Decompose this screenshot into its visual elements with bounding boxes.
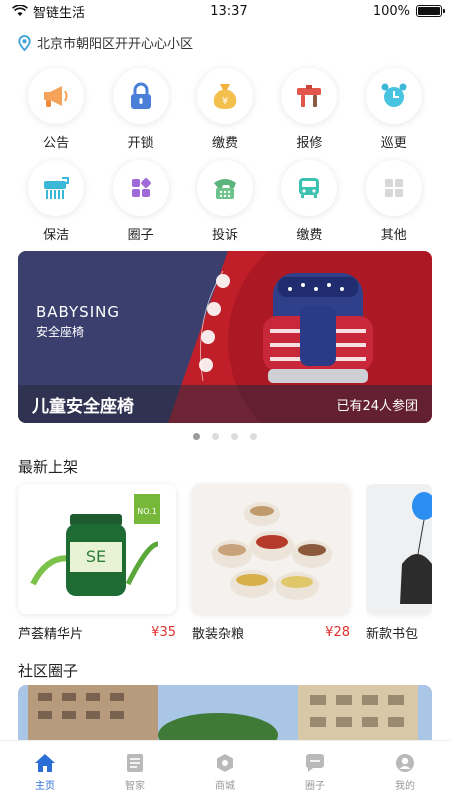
tab-home[interactable]: 主页 (15, 753, 75, 800)
cleaning-icon (44, 177, 70, 199)
tab-profile[interactable]: 我的 (375, 753, 435, 800)
toolbox-icon (297, 85, 322, 107)
banner-participants: 已有24人参团 (336, 398, 418, 414)
service-payment-2[interactable]: 缴费 (276, 160, 342, 243)
tab-label: 主页 (35, 781, 55, 792)
service-label: 缴费 (296, 228, 323, 243)
product-card[interactable]: NO.1 SE 芦荟精华片 ¥35 (18, 484, 176, 642)
carousel-dot[interactable] (250, 433, 257, 440)
product-image (192, 484, 350, 614)
bus-card-icon (299, 178, 320, 198)
service-label: 缴费 (211, 136, 238, 151)
status-bar: 智链生活 13:37 100% (0, 0, 450, 22)
phone-icon (213, 179, 236, 199)
service-label: 巡更 (380, 136, 407, 151)
tab-label: 智家 (125, 781, 145, 792)
location-pin-icon (18, 34, 31, 51)
service-label: 开锁 (127, 136, 154, 151)
profile-icon (396, 754, 414, 772)
product-name: 新款书包 (366, 627, 419, 642)
service-grid-row-1: 公告 开锁 ¥ 缴费 报修 巡更 (0, 68, 450, 151)
service-cleaning[interactable]: 保洁 (23, 160, 89, 243)
promo-banner[interactable]: BABYSING 安全座椅 儿童安全座椅 已有24人参团 (18, 251, 432, 423)
tab-smart-home[interactable]: 智家 (105, 753, 165, 800)
home-icon (35, 754, 55, 772)
section-title-community: 社区圈子 (18, 662, 79, 680)
money-bag-icon: ¥ (213, 84, 237, 109)
lock-icon (130, 82, 151, 109)
product-list: NO.1 SE 芦荟精华片 ¥35 散装杂粮 ¥28 新款书包 (18, 484, 432, 642)
bottom-tab-bar: 主页 智家 商城 圈子 我的 (0, 740, 450, 800)
product-price: ¥35 (151, 625, 176, 640)
service-circle[interactable]: 圈子 (108, 160, 174, 243)
alarm-clock-icon (381, 83, 407, 107)
svg-text:SE: SE (86, 547, 106, 566)
tab-circle[interactable]: 圈子 (285, 753, 345, 800)
service-label: 保洁 (43, 228, 70, 243)
wifi-icon (12, 5, 28, 16)
battery-percent: 100% (372, 3, 410, 19)
shop-icon (217, 754, 233, 772)
service-label: 其他 (380, 228, 407, 243)
grid-icon (384, 179, 403, 197)
carrier-name: 智链生活 (33, 5, 86, 21)
banner-title: 儿童安全座椅 (32, 396, 134, 417)
product-image: NO.1 SE (18, 484, 176, 614)
service-announcement[interactable]: 公告 (23, 68, 89, 151)
service-payment[interactable]: ¥ 缴费 (192, 68, 258, 151)
service-complaint[interactable]: 投诉 (192, 160, 258, 243)
product-name: 芦荟精华片 (18, 627, 84, 642)
service-patrol[interactable]: 巡更 (361, 68, 427, 151)
clock: 13:37 (210, 3, 248, 19)
list-icon (127, 754, 143, 772)
product-price: ¥28 (325, 625, 350, 640)
community-image[interactable] (18, 685, 432, 740)
chat-icon (305, 754, 324, 772)
banner-subtitle: 安全座椅 (36, 325, 85, 339)
megaphone-icon (44, 86, 68, 107)
carousel-dot[interactable] (212, 433, 219, 440)
product-image (366, 484, 432, 614)
svg-text:NO.1: NO.1 (137, 507, 157, 516)
carousel-indicator (0, 433, 450, 440)
location-text: 北京市朝阳区开开心心小区 (37, 37, 194, 52)
circle-grid-icon (131, 178, 151, 197)
service-label: 报修 (296, 136, 323, 151)
location-selector[interactable]: 北京市朝阳区开开心心小区 (18, 33, 193, 52)
tab-label: 圈子 (305, 781, 325, 792)
carousel-dot-active[interactable] (193, 433, 200, 440)
service-label: 公告 (43, 136, 70, 151)
banner-logo: BABYSING 安全座椅 (36, 303, 120, 340)
tab-label: 我的 (395, 781, 415, 792)
banner-caption-bar: 儿童安全座椅 已有24人参团 (18, 385, 432, 423)
service-label: 投诉 (211, 228, 238, 243)
service-other[interactable]: 其他 (361, 160, 427, 243)
battery-icon (416, 5, 445, 17)
service-grid-row-2: 保洁 圈子 投诉 缴费 其他 (0, 160, 450, 243)
carousel-dot[interactable] (231, 433, 238, 440)
banner-brand: BABYSING (36, 303, 120, 321)
section-title-new-arrivals: 最新上架 (18, 458, 79, 476)
product-card[interactable]: 新款书包 (366, 484, 432, 642)
product-name: 散装杂粮 (192, 627, 245, 642)
tab-label: 商城 (215, 781, 235, 792)
product-card[interactable]: 散装杂粮 ¥28 (192, 484, 350, 642)
service-label: 圈子 (127, 228, 154, 243)
service-repair[interactable]: 报修 (276, 68, 342, 151)
tab-shop[interactable]: 商城 (195, 753, 255, 800)
service-unlock[interactable]: 开锁 (108, 68, 174, 151)
svg-text:¥: ¥ (222, 96, 228, 107)
